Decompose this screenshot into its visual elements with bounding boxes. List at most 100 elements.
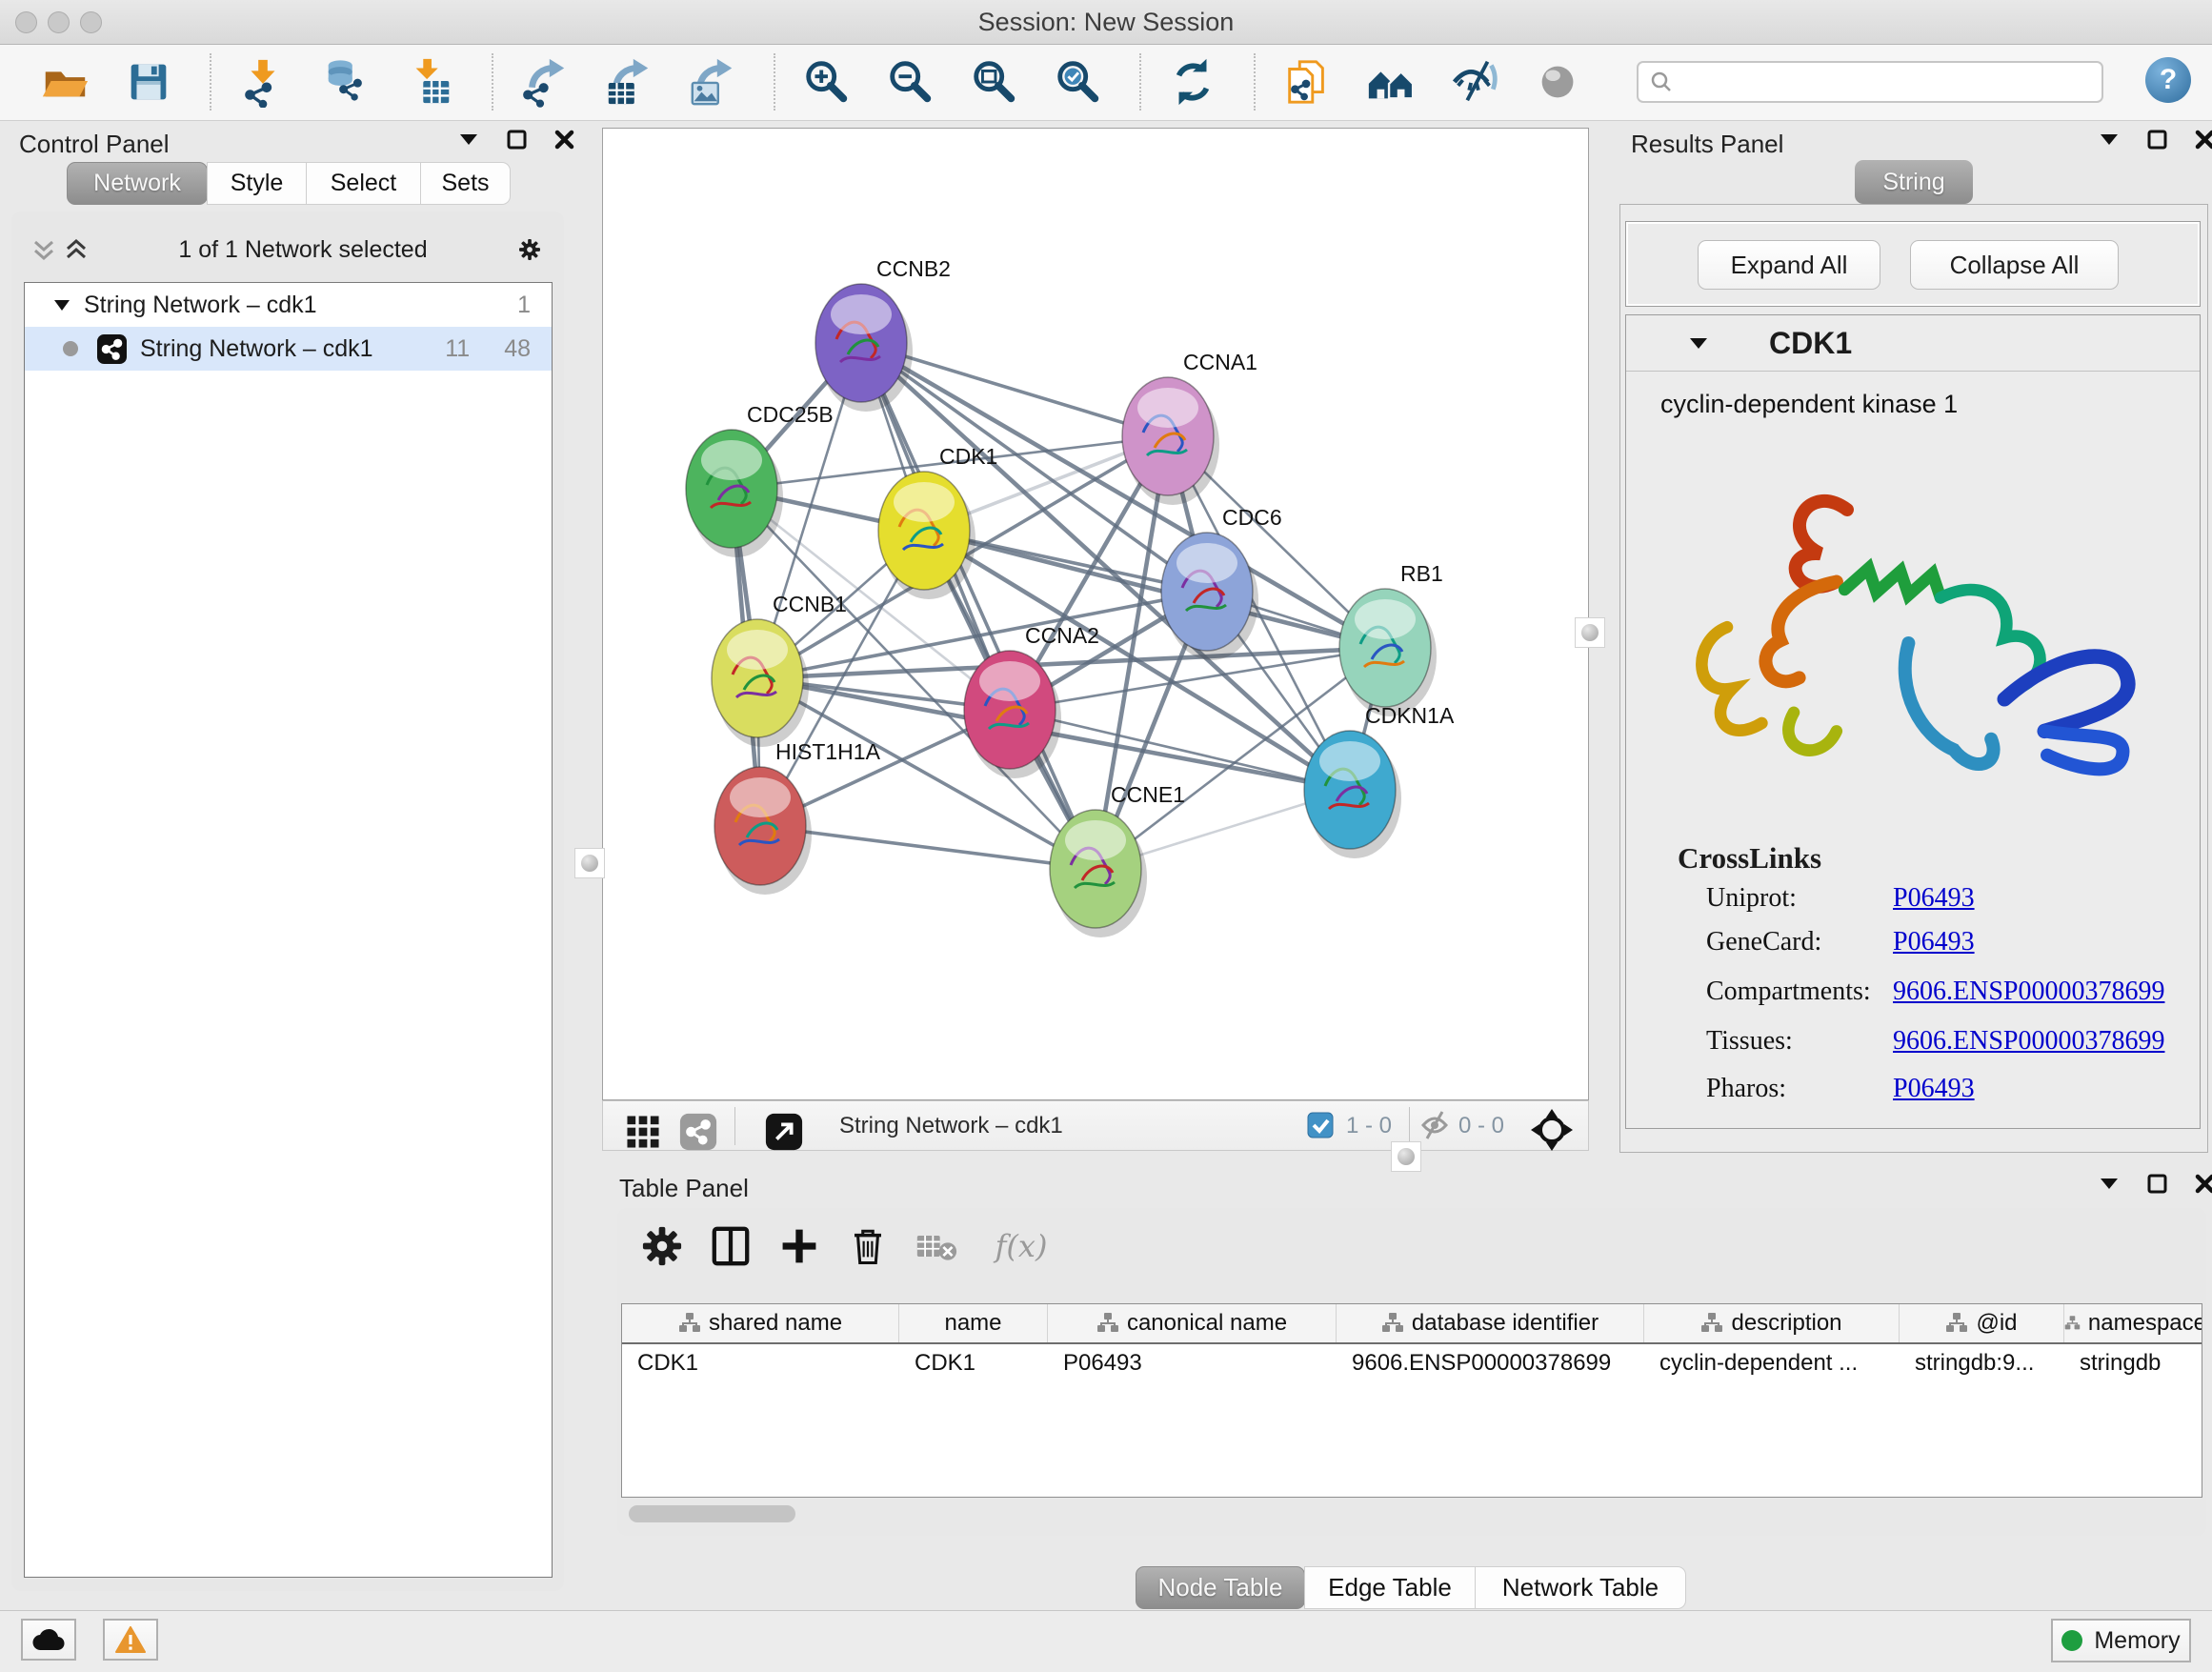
import-network-from-database-icon[interactable]: [320, 55, 373, 109]
bottom-splitter-handle[interactable]: [1391, 1141, 1421, 1172]
help-icon[interactable]: ?: [2145, 57, 2191, 103]
hide-selected-icon[interactable]: [1448, 55, 1501, 109]
crosslink-row: GeneCard:P06493: [1706, 927, 2182, 957]
network-badge-gray-icon[interactable]: [672, 1105, 725, 1158]
column-header-database-identifier[interactable]: database identifier: [1337, 1304, 1644, 1342]
export-table-icon[interactable]: [602, 55, 655, 109]
import-table-from-file-icon[interactable]: [404, 55, 457, 109]
network-node-CCNE1[interactable]: [1050, 810, 1147, 937]
close-panel-icon[interactable]: [553, 128, 575, 151]
close-panel-icon[interactable]: [2193, 128, 2212, 151]
window-title: Session: New Session: [0, 8, 2212, 37]
table-panel-title: Table Panel: [619, 1174, 749, 1203]
hidden-eye-icon[interactable]: [1418, 1111, 1451, 1139]
crosslink-link[interactable]: P06493: [1893, 1074, 1975, 1104]
expand-all-icon[interactable]: [65, 238, 88, 261]
tab-node-table[interactable]: Node Table: [1136, 1566, 1305, 1609]
crosslink-label: Compartments:: [1706, 977, 1893, 1007]
open-session-icon[interactable]: [38, 55, 91, 109]
network-node-CCNA2[interactable]: [964, 651, 1061, 778]
first-neighbors-icon[interactable]: [1364, 55, 1418, 109]
collapse-panel-icon[interactable]: [457, 128, 480, 151]
memory-button[interactable]: Memory: [2051, 1619, 2191, 1662]
collapse-all-button[interactable]: Collapse All: [1910, 240, 2119, 290]
network-collection-row[interactable]: String Network – cdk1 1: [25, 283, 552, 327]
zoom-out-icon[interactable]: [884, 55, 937, 109]
delete-table-icon[interactable]: [913, 1222, 960, 1270]
network-node-CCNB1[interactable]: [712, 619, 809, 747]
main-toolbar: ?: [0, 45, 2212, 121]
create-column-icon[interactable]: [775, 1222, 823, 1270]
crosslink-link[interactable]: P06493: [1893, 883, 1975, 914]
crosslink-link[interactable]: P06493: [1893, 927, 1975, 957]
expand-all-button[interactable]: Expand All: [1698, 240, 1880, 290]
node-label-CDC25B: CDC25B: [747, 402, 834, 427]
tab-style[interactable]: Style: [207, 162, 307, 205]
network-canvas[interactable]: CCNB2CCNA1CDC25BCDK1CDC6RB1CCNB1CCNA2CDK…: [602, 128, 1589, 1100]
column-header-name[interactable]: name: [899, 1304, 1048, 1342]
zoom-in-icon[interactable]: [800, 55, 854, 109]
selected-checkbox-icon[interactable]: [1306, 1111, 1335, 1139]
export-network-icon[interactable]: [518, 55, 572, 109]
crosslink-link[interactable]: 9606.ENSP00000378699: [1893, 1026, 2164, 1057]
table-cell: stringdb:9...: [1900, 1344, 2064, 1382]
search-input[interactable]: [1637, 61, 2103, 103]
collapse-panel-icon[interactable]: [2098, 1172, 2121, 1195]
left-splitter-handle[interactable]: [574, 848, 605, 878]
network-node-CDK1[interactable]: [878, 472, 975, 599]
network-node-CDC6[interactable]: [1161, 533, 1258, 660]
float-panel-icon[interactable]: [2145, 1172, 2168, 1195]
collapse-panel-icon[interactable]: [2098, 128, 2121, 151]
right-splitter-handle[interactable]: [1575, 617, 1605, 648]
column-header-@id[interactable]: @id: [1900, 1304, 2064, 1342]
tab-select[interactable]: Select: [306, 162, 421, 205]
tab-network-table[interactable]: Network Table: [1475, 1566, 1686, 1609]
clone-network-icon[interactable]: [1280, 55, 1334, 109]
tab-network[interactable]: Network: [67, 162, 208, 205]
grid-view-icon[interactable]: [616, 1105, 670, 1158]
warning-icon[interactable]: [103, 1619, 158, 1661]
float-panel-icon[interactable]: [505, 128, 528, 151]
table-horizontal-scrollbar[interactable]: [629, 1505, 795, 1522]
show-columns-icon[interactable]: [707, 1222, 754, 1270]
network-node-CCNA1[interactable]: [1122, 377, 1219, 505]
collapse-all-icon[interactable]: [32, 238, 55, 261]
save-session-icon[interactable]: [122, 55, 175, 109]
tree-caret-icon[interactable]: [53, 299, 70, 312]
function-builder-icon[interactable]: f(x): [981, 1222, 1061, 1270]
network-node-CCNB2[interactable]: [815, 284, 913, 412]
tab-string[interactable]: String: [1855, 160, 1973, 204]
delete-column-icon[interactable]: [844, 1222, 892, 1270]
network-node-RB1[interactable]: [1339, 589, 1437, 716]
network-node-HIST1H1A[interactable]: [714, 767, 812, 895]
column-header-shared-name[interactable]: shared name: [622, 1304, 899, 1342]
refresh-view-icon[interactable]: [1166, 55, 1219, 109]
network-options-gear-icon[interactable]: [518, 238, 541, 261]
result-card-header[interactable]: CDK1: [1626, 315, 2200, 372]
node-label-CCNE1: CCNE1: [1111, 782, 1185, 807]
network-row[interactable]: String Network – cdk1 11 48: [25, 327, 552, 371]
crosslink-link[interactable]: 9606.ENSP00000378699: [1893, 977, 2164, 1007]
column-header-description[interactable]: description: [1644, 1304, 1900, 1342]
import-network-from-file-icon[interactable]: [236, 55, 290, 109]
open-in-window-icon[interactable]: [757, 1105, 811, 1158]
float-panel-icon[interactable]: [2145, 128, 2168, 151]
column-header-canonical-name[interactable]: canonical name: [1048, 1304, 1337, 1342]
crosslink-row: Compartments:9606.ENSP00000378699: [1706, 977, 2182, 1007]
tab-sets[interactable]: Sets: [420, 162, 511, 205]
export-image-icon[interactable]: [686, 55, 739, 109]
close-panel-icon[interactable]: [2193, 1172, 2212, 1195]
network-node-CDKN1A[interactable]: [1304, 731, 1401, 858]
zoom-fit-content-icon[interactable]: [968, 55, 1021, 109]
collapse-entry-icon[interactable]: [1689, 336, 1708, 350]
column-header-namespace[interactable]: namespace: [2064, 1304, 2202, 1342]
show-all-icon[interactable]: [1532, 55, 1585, 109]
table-header-row: shared namenamecanonical namedatabase id…: [622, 1304, 2202, 1344]
zoom-selected-icon[interactable]: [1052, 55, 1105, 109]
table-cell: CDK1: [622, 1344, 899, 1382]
table-row[interactable]: CDK1CDK1P064939606.ENSP00000378699cyclin…: [622, 1344, 2202, 1382]
tab-edge-table[interactable]: Edge Table: [1304, 1566, 1476, 1609]
cloud-icon[interactable]: [21, 1619, 76, 1661]
birdseye-view-icon[interactable]: [1525, 1103, 1579, 1157]
table-options-gear-icon[interactable]: [638, 1222, 686, 1270]
